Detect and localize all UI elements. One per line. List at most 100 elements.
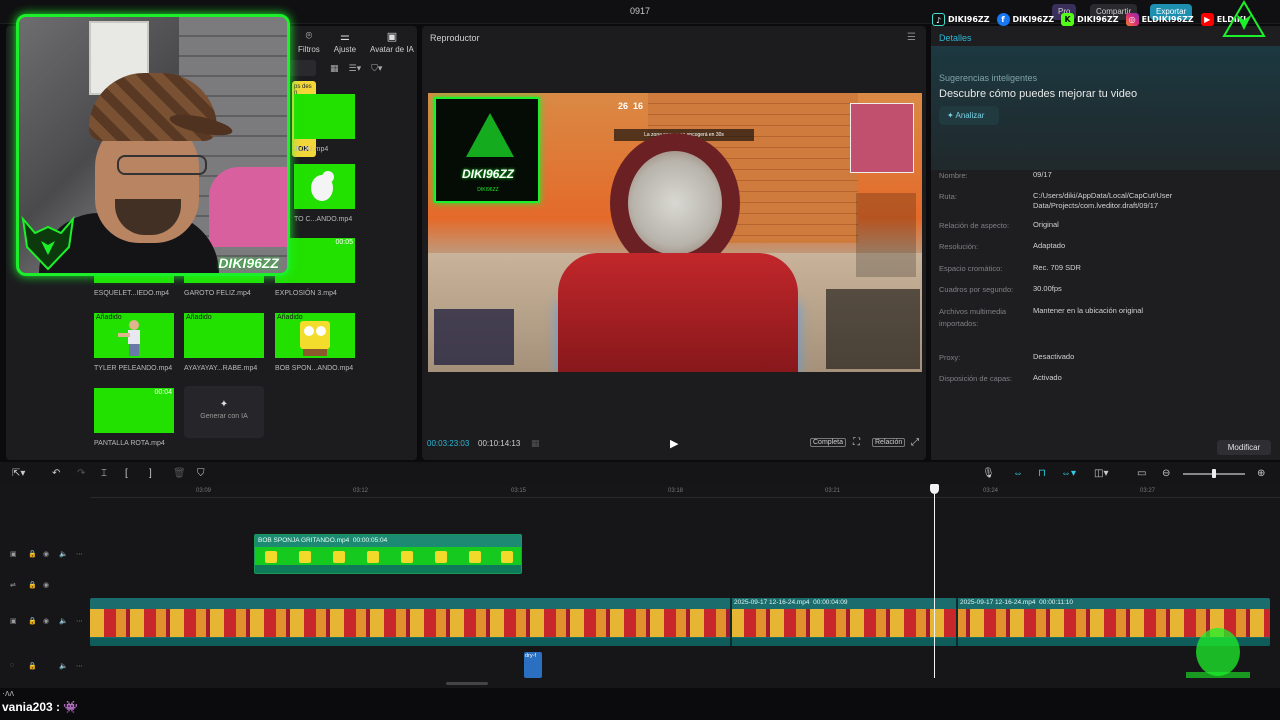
media-clip[interactable]: TO C...ANDO.mp4	[294, 164, 374, 223]
facebook-icon: f	[996, 12, 1010, 26]
track-audio-wave	[90, 638, 1270, 646]
lock-icon[interactable]: 🔒	[28, 617, 37, 625]
audio-clip[interactable]: dry-f	[524, 652, 542, 678]
magnet-icon[interactable]: ⊓	[1038, 468, 1046, 479]
speaker-icon[interactable]: 🔈	[59, 617, 68, 625]
tool-filters[interactable]: ⌾ Filtros	[298, 30, 320, 54]
tool-label: Filtros	[298, 45, 320, 54]
sparkle-icon: ✦	[219, 399, 229, 410]
current-timecode: 00:03:23:03	[427, 439, 470, 448]
media-clip[interactable]: Añadido TYLER PELEANDO.mp4	[94, 313, 174, 372]
media-clip[interactable]: 00:04 PANTALLA ROTA.mp4	[94, 388, 174, 447]
time-ruler[interactable]: 03:09 03:12 03:15 03:18 03:21 03:24 03:2…	[90, 486, 1280, 498]
zoom-slider-handle[interactable]	[1212, 469, 1216, 478]
eye-icon[interactable]: ◉	[43, 581, 49, 589]
grid-icon[interactable]: ▦	[531, 438, 540, 449]
game-squad-panel	[434, 309, 514, 365]
generate-with-ai-button[interactable]: ✦ Generar con IA	[184, 386, 264, 438]
social-handle: DIKI96ZZ	[948, 14, 990, 24]
tool-ai-avatar[interactable]: ▣ Avatar de IA	[370, 30, 414, 54]
speaker-icon[interactable]: 🔈	[59, 550, 68, 558]
detail-key: Disposición de capas:	[939, 374, 1012, 383]
preview-axis-icon[interactable]: ◫▾	[1094, 468, 1108, 479]
select-tool-icon[interactable]: ⇱▾	[12, 468, 25, 479]
clip-name: TYLER PELEANDO.mp4	[94, 365, 173, 372]
tool-adjust[interactable]: ⚌ Ajuste	[334, 30, 356, 54]
analyze-button[interactable]: ✦ Analizar	[939, 106, 999, 125]
tab-details[interactable]: Detalles	[939, 33, 972, 43]
stream-chat-bar: ·ʌʌ vania203 : 👾	[0, 688, 1280, 720]
lock-icon[interactable]: 🔒	[28, 581, 37, 589]
eye-icon[interactable]: ◉	[43, 617, 49, 625]
full-quality-button[interactable]: Completa	[810, 438, 846, 447]
segment-name: 2025-09-17 12-16-24.mp4	[734, 599, 810, 606]
filters-icon: ⌾	[305, 30, 313, 42]
filter-icon[interactable]: ⛉▾	[371, 63, 382, 74]
split-icon[interactable]: ⌶	[101, 468, 107, 479]
suggestions-title: Sugerencias inteligentes	[939, 73, 1038, 83]
segment-duration: 00:00:11:10	[1039, 599, 1074, 606]
clip-frame	[435, 551, 447, 563]
duck-figure-icon	[311, 171, 334, 201]
track-type-icon: ▣	[10, 618, 17, 625]
timeline-scrollbar[interactable]	[446, 682, 488, 685]
preview-frame[interactable]: La zona segura se encogerá en 30s 26 16 …	[428, 93, 922, 372]
detail-value: Mantener en la ubicación original	[1033, 306, 1144, 315]
detail-value: Activado	[1033, 373, 1062, 382]
instagram-icon: ◎	[1125, 12, 1139, 26]
lock-icon[interactable]: 🔒	[28, 550, 37, 558]
crop-icon[interactable]: ⛶	[853, 437, 860, 448]
zoom-out-icon[interactable]: ⊖	[1162, 468, 1170, 479]
total-timecode: 00:10:14:13	[478, 439, 521, 448]
trim-right-icon[interactable]: ]	[149, 468, 152, 479]
caption-icon[interactable]: ▭	[1137, 468, 1146, 479]
clip-name: PANTALLA ROTA.mp4	[94, 440, 165, 447]
trim-left-icon[interactable]: [	[125, 468, 128, 479]
media-clip[interactable]: Añadido AYAYAYAY...RABE.mp4	[184, 313, 264, 372]
ai-avatar-icon: ▣	[386, 31, 398, 43]
fighter-figure-icon	[118, 320, 140, 356]
social-kick: K DIKI96ZZ	[1061, 12, 1119, 26]
analyze-label: Analizar	[955, 111, 985, 120]
playhead-handle[interactable]	[930, 484, 939, 494]
link-icon[interactable]: ⇔	[1013, 468, 1023, 479]
media-clip[interactable]: JUUU.mp4	[294, 94, 374, 153]
playhead[interactable]	[934, 486, 935, 678]
redo-icon[interactable]: ↷	[77, 468, 85, 479]
speaker-icon[interactable]: 🔈	[59, 662, 68, 670]
clip-name: AYAYAYAY...RABE.mp4	[184, 365, 258, 372]
clip-thumbnail: Añadido	[275, 313, 355, 358]
detail-key: Ruta:	[939, 192, 957, 201]
play-button[interactable]: ▶	[670, 437, 678, 450]
ruler-tick: 03:09	[196, 488, 212, 494]
shield-icon[interactable]: ⛉	[197, 468, 205, 479]
overlay-clip[interactable]: BOB SPONJA GRITANDO.mp4 00:00:05:04	[254, 534, 522, 574]
media-clip[interactable]: Añadido BOB SPON...ANDO.mp4	[275, 313, 355, 372]
clip-frame	[333, 551, 345, 563]
main-video-track[interactable]: 2025-09-17 12-16-24.mp4 00:00:04:09 2025…	[90, 598, 1270, 646]
game-minimap	[850, 103, 914, 173]
more-icon[interactable]: ⋯	[76, 550, 83, 558]
more-icon[interactable]: ⋯	[76, 617, 83, 625]
ruler-tick: 03:21	[825, 488, 841, 494]
modify-button[interactable]: Modificar	[1217, 440, 1271, 455]
clip-thumbnail: Añadido	[184, 313, 264, 358]
snap-icon[interactable]: ⇔▾	[1061, 468, 1076, 479]
more-icon[interactable]: ⋯	[76, 662, 83, 670]
delete-icon[interactable]: 🗑	[173, 468, 186, 479]
aspect-ratio-button[interactable]: Relación	[872, 438, 906, 447]
microphone-icon[interactable]: 🎙	[982, 468, 995, 479]
lock-icon[interactable]: 🔒	[28, 662, 37, 670]
undo-icon[interactable]: ↶	[52, 468, 60, 479]
detail-value: Desactivado	[1033, 352, 1075, 361]
menu-icon[interactable]: ☰	[907, 32, 916, 43]
grid-view-icon[interactable]: ▦	[330, 63, 339, 74]
fullscreen-icon[interactable]: ⤢	[911, 437, 919, 448]
zoom-in-icon[interactable]: ⊕	[1257, 468, 1265, 479]
eye-icon[interactable]: ◉	[43, 550, 49, 558]
detail-value: 30.00fps	[1033, 284, 1062, 293]
clip-name: TO C...ANDO.mp4	[294, 216, 353, 223]
media-search-input[interactable]	[288, 60, 316, 76]
sort-icon[interactable]: ☰▾	[349, 63, 362, 74]
ruler-tick: 03:18	[668, 488, 684, 494]
